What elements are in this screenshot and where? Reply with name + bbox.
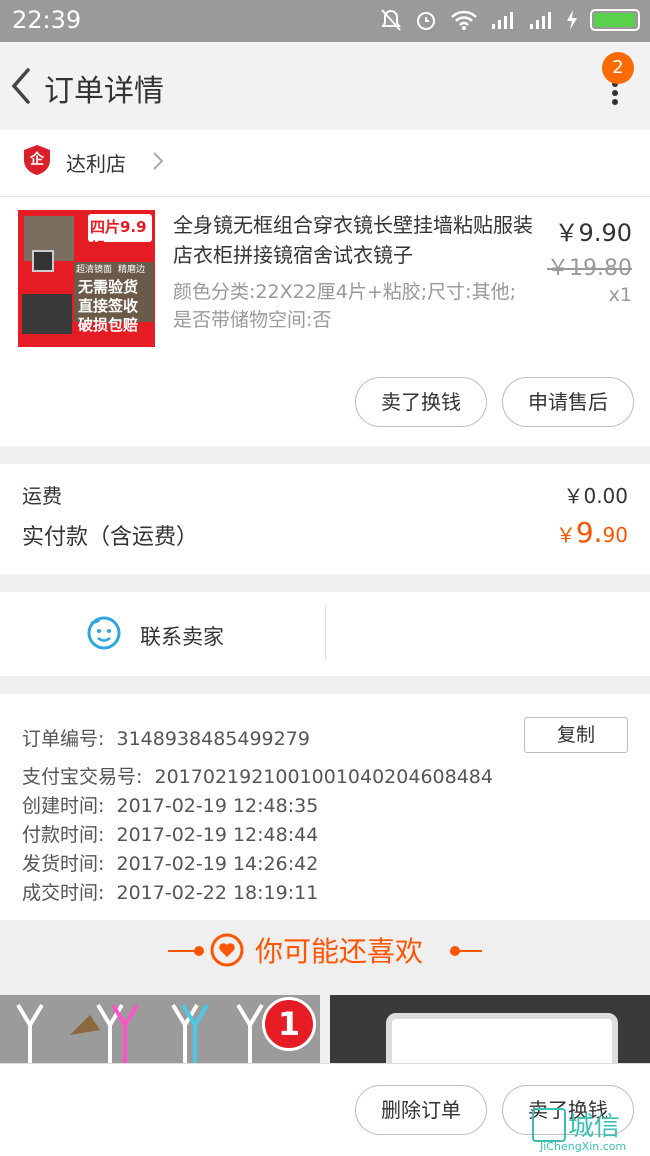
contact-seller-label[interactable]: 联系卖家	[140, 621, 224, 651]
page-title: 订单详情	[44, 74, 164, 109]
closed-time-value: 2017-02-22 18:19:11	[116, 882, 319, 904]
alipay-trade-key: 支付宝交易号:	[22, 766, 143, 788]
image-line-3: 破损包赔	[78, 316, 139, 334]
order-number-value: 3148938485499279	[116, 728, 310, 750]
shipped-time-value: 2017-02-19 14:26:42	[116, 853, 319, 875]
notification-badge: 2	[602, 52, 634, 84]
paid-time-row: 付款时间: 2017-02-19 12:48:44	[22, 820, 318, 847]
recommend-line-right	[456, 950, 482, 952]
wifi-icon	[451, 10, 477, 30]
app-header: 订单详情 2	[0, 42, 650, 130]
sell-for-cash-button[interactable]: 卖了换钱	[355, 377, 487, 427]
product-quantity: x1	[608, 284, 632, 306]
alipay-trade-row: 支付宝交易号: 2017021921001001040204608484	[22, 762, 493, 789]
shop-badge-text: 企	[30, 152, 44, 168]
shipping-value: ￥0.00	[563, 484, 628, 508]
order-number-row: 订单编号: 3148938485499279	[22, 724, 310, 751]
order-number-key: 订单编号:	[22, 728, 105, 750]
image-small-left: 超清镜面	[76, 265, 113, 275]
alipay-trade-value: 2017021921001001040204608484	[154, 766, 493, 788]
battery-icon	[590, 9, 640, 31]
image-line-2: 直接签收	[78, 297, 139, 315]
alarm-icon	[417, 12, 435, 30]
rank-badge: 1	[262, 997, 316, 1051]
created-time-value: 2017-02-19 12:48:35	[116, 795, 319, 817]
recommend-product-2[interactable]	[330, 995, 650, 1063]
apply-aftersale-button[interactable]: 申请售后	[502, 377, 634, 427]
recommend-title: 你可能还喜欢	[255, 935, 424, 968]
shipped-time-key: 发货时间:	[22, 853, 105, 875]
paid-time-key: 付款时间:	[22, 824, 105, 846]
chevron-right-icon[interactable]	[150, 150, 166, 172]
product-name[interactable]: 全身镜无框组合穿衣镜长壁挂墙粘贴服装店衣柜拼接镜宿舍试衣镜子	[173, 210, 533, 270]
paid-label: 实付款（含运费）	[22, 525, 199, 550]
image-small-right: 精磨边	[118, 265, 146, 275]
signal-icon-2	[530, 12, 551, 29]
product-sku: 颜色分类:22X22厘4片+粘胶;尺寸:其他;是否带储物空间:否	[173, 281, 516, 331]
divider	[0, 196, 650, 197]
charging-icon	[567, 10, 577, 30]
shop-name[interactable]: 达利店	[66, 148, 126, 177]
copy-button[interactable]: 复制	[524, 717, 628, 753]
mirror-illustration	[386, 1013, 618, 1063]
divider-vertical	[325, 606, 326, 660]
product-original-price: ￥19.80	[547, 256, 632, 281]
image-banner-text: 四片9.9起	[90, 218, 147, 257]
created-time-key: 创建时间:	[22, 795, 105, 817]
shipping-label: 运费	[22, 484, 62, 508]
recommend-dot-left	[194, 946, 204, 956]
back-arrow-icon[interactable]	[6, 64, 36, 108]
paid-time-value: 2017-02-19 12:48:44	[116, 824, 319, 846]
recommend-product-1[interactable]: 1	[0, 995, 320, 1063]
image-line-1: 无需验货	[78, 278, 139, 296]
signal-icon	[492, 12, 513, 29]
paid-int: 9.	[575, 516, 603, 549]
shipped-time-row: 发货时间: 2017-02-19 14:26:42	[22, 849, 318, 876]
paid-dec: 90	[602, 523, 628, 547]
contact-seller-icon[interactable]	[86, 615, 122, 651]
heart-circle-icon	[210, 933, 244, 967]
watermark-logo-icon	[532, 1108, 566, 1142]
product-price: ￥9.90	[554, 219, 632, 247]
paid-symbol: ￥	[555, 523, 576, 547]
created-time-row: 创建时间: 2017-02-19 12:48:35	[22, 791, 318, 818]
product-image[interactable]: 四片9.9起 超清镜面 精磨边 无需验货 直接签收 破损包赔	[18, 210, 155, 347]
status-time: 22:39	[12, 6, 82, 34]
watermark-brand: 城信	[568, 1112, 621, 1142]
watermark-url: JiChengXin.com	[540, 1140, 627, 1153]
paid-amount: ￥9.90	[556, 516, 628, 549]
mute-icon	[381, 9, 401, 31]
closed-time-key: 成交时间:	[22, 882, 105, 904]
delete-order-button[interactable]: 删除订单	[355, 1085, 487, 1135]
status-icons	[380, 8, 640, 32]
closed-time-row: 成交时间: 2017-02-22 18:19:11	[22, 878, 318, 905]
status-bar: 22:39	[0, 0, 650, 42]
